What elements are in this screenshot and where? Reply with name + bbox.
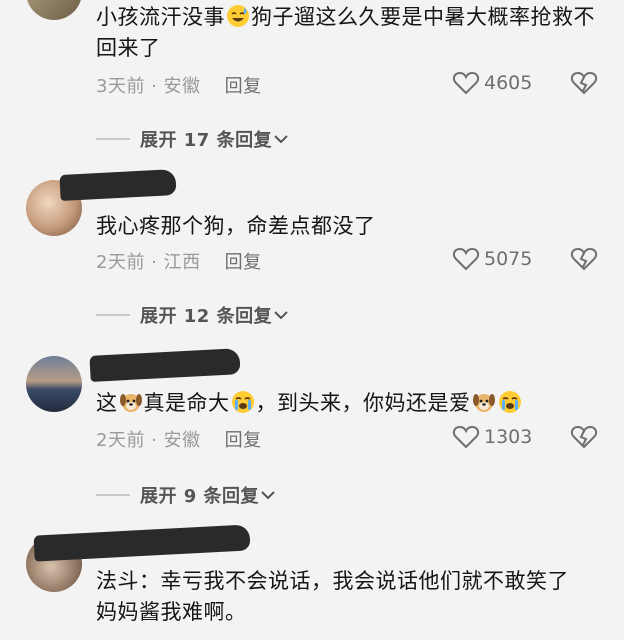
chevron-down-icon xyxy=(261,491,275,500)
like-count: 5075 xyxy=(484,248,533,270)
comment-text: 我心疼那个狗，命差点都没了 xyxy=(96,214,376,238)
like-count: 4605 xyxy=(484,72,533,94)
comment-meta: 3天前 · 安徽 回复 xyxy=(96,76,262,97)
expand-replies-button[interactable]: 展开 17 条回复 xyxy=(96,126,290,152)
chevron-down-icon xyxy=(274,135,288,144)
loudly-crying-emoji-icon xyxy=(231,391,254,413)
comment-meta: 2天前 · 安徽 回复 xyxy=(96,430,262,451)
comment-location: 安徽 xyxy=(163,430,201,451)
avatar[interactable] xyxy=(26,0,82,20)
divider-line xyxy=(96,138,130,140)
divider-line xyxy=(96,314,130,316)
expand-replies-button[interactable]: 展开 12 条回复 xyxy=(96,302,290,328)
comment-location: 安徽 xyxy=(163,76,201,97)
reply-button[interactable]: 回复 xyxy=(225,252,262,273)
heart-outline-icon xyxy=(452,247,480,271)
username-redacted xyxy=(59,168,177,202)
username-redacted xyxy=(89,348,241,382)
heart-outline-icon xyxy=(452,425,480,449)
broken-heart-icon[interactable] xyxy=(570,246,598,272)
comment-text: 小孩流汗没事 狗子遛这么久要是中暑大概率抢救不回来了 xyxy=(96,5,595,60)
comment-time: 3天前 xyxy=(96,76,145,97)
comment-location: 江西 xyxy=(163,252,201,273)
like-button[interactable]: 1303 xyxy=(452,424,532,450)
divider-line xyxy=(96,494,130,496)
username-redacted xyxy=(33,524,251,562)
expand-label: 展开 12 条回复 xyxy=(140,306,273,327)
reply-button[interactable]: 回复 xyxy=(225,430,262,451)
like-button[interactable]: 4605 xyxy=(452,70,532,96)
reply-button[interactable]: 回复 xyxy=(225,76,262,97)
dog-face-emoji-icon xyxy=(472,394,495,412)
heart-outline-icon xyxy=(452,71,480,95)
comment-time: 2天前 xyxy=(96,252,145,273)
grinning-sweat-emoji-icon xyxy=(227,5,249,27)
avatar[interactable] xyxy=(26,356,82,412)
chevron-down-icon xyxy=(274,311,288,320)
comment-text: 这真是命大 ，到头来，你妈还是爱 xyxy=(96,388,596,419)
broken-heart-icon[interactable] xyxy=(570,424,598,450)
dog-face-emoji-icon xyxy=(119,394,142,412)
comment-time: 2天前 xyxy=(96,430,145,451)
like-count: 1303 xyxy=(484,426,533,448)
loudly-crying-emoji-icon xyxy=(498,391,521,413)
expand-label: 展开 9 条回复 xyxy=(140,486,260,507)
like-button[interactable]: 5075 xyxy=(452,246,532,272)
comment-text: 法斗：幸亏我不会说话，我会说话他们就不敢笑了 妈妈酱我难啊。 xyxy=(96,569,605,624)
expand-label: 展开 17 条回复 xyxy=(140,130,273,151)
broken-heart-icon[interactable] xyxy=(570,70,598,96)
comment-meta: 2天前 · 江西 回复 xyxy=(96,252,262,273)
expand-replies-button[interactable]: 展开 9 条回复 xyxy=(96,482,277,508)
